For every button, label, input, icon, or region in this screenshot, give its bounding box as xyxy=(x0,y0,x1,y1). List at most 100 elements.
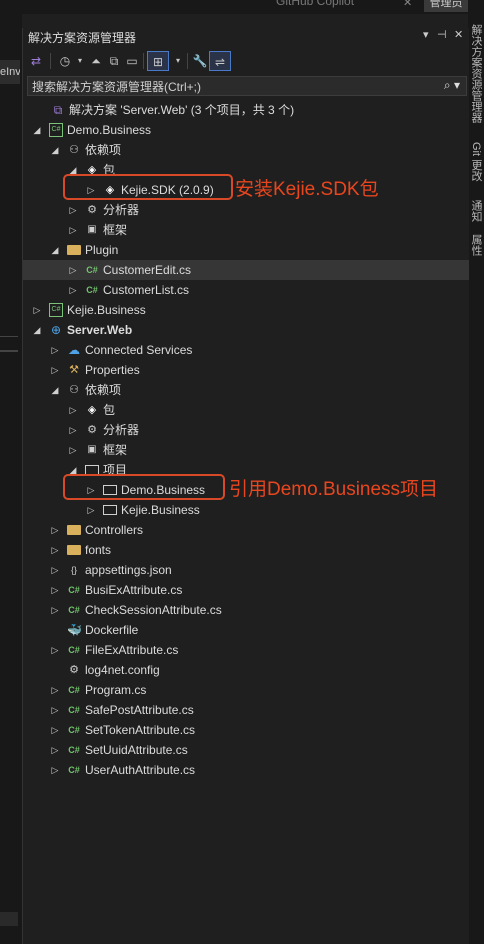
analyzer-icon: ⚙ xyxy=(87,424,97,436)
tree-row[interactable]: ▷ C# CustomerEdit.cs xyxy=(23,260,469,280)
collapsed-arrow-icon[interactable]: ▷ xyxy=(49,640,61,660)
collapsed-arrow-icon[interactable]: ▷ xyxy=(67,420,79,440)
tree-row[interactable]: ▷ C# CustomerList.cs xyxy=(23,280,469,300)
tab-git-changes[interactable]: Git 更改 xyxy=(468,142,484,181)
tree-item-label: 解决方案 'Server.Web' (3 个项目，共 3 个) xyxy=(69,103,295,117)
tree-row[interactable]: ▷ ▣ 框架 xyxy=(23,220,469,240)
tree-row[interactable]: ◢ ⊕ Server.Web xyxy=(23,320,469,340)
docker-icon: 🐳 xyxy=(67,623,82,637)
tree-item-label: Program.cs xyxy=(85,683,147,697)
tree-row[interactable]: ◢ C# Demo.Business xyxy=(23,120,469,140)
csharp-file-icon: C# xyxy=(68,745,80,755)
collapsed-arrow-icon[interactable]: ▷ xyxy=(49,560,61,580)
copy-icon[interactable]: ⧉ xyxy=(105,51,123,71)
tree-item-label: CustomerList.cs xyxy=(103,283,190,297)
tree-item-label: appsettings.json xyxy=(85,563,172,577)
tree-row[interactable]: ▷ ☁ Connected Services xyxy=(23,340,469,360)
annotation-highlight-box xyxy=(63,174,233,200)
expanded-arrow-icon[interactable]: ◢ xyxy=(49,380,61,400)
divider xyxy=(0,336,18,337)
tree-row[interactable]: ▷ C# UserAuthAttribute.cs xyxy=(23,760,469,780)
collapsed-arrow-icon[interactable]: ▷ xyxy=(49,600,61,620)
tree-item-label: CheckSessionAttribute.cs xyxy=(85,603,222,617)
tree-row[interactable]: ◢ Plugin xyxy=(23,240,469,260)
config-file-icon: ⚙ xyxy=(69,664,79,676)
tree-row[interactable]: ▷ C# SafePostAttribute.cs xyxy=(23,700,469,720)
toolbar-separator xyxy=(143,53,144,69)
tree-row[interactable]: ▷ Controllers xyxy=(23,520,469,540)
collapsed-arrow-icon[interactable]: ▷ xyxy=(49,740,61,760)
wrench-icon[interactable]: 🔧 xyxy=(191,51,209,71)
tree-item-label: Kejie.Business xyxy=(121,503,200,517)
package-icon: ◈ xyxy=(87,404,97,416)
tab-properties[interactable]: 属性 xyxy=(468,234,484,256)
collapsed-arrow-icon[interactable]: ▷ xyxy=(49,680,61,700)
tree-row[interactable]: ▷ C# Kejie.Business xyxy=(23,300,469,320)
panel-menu-icon[interactable]: ▾ xyxy=(423,28,429,41)
search-icon[interactable]: ⌕ ▾ xyxy=(444,78,460,93)
collapsed-arrow-icon[interactable]: ▷ xyxy=(67,440,79,460)
pin-icon[interactable]: ⊣ xyxy=(437,28,447,41)
tree-row[interactable]: ◢ ⚇ 依赖项 xyxy=(23,380,469,400)
analyzer-icon: ⚙ xyxy=(87,204,97,216)
collapsed-arrow-icon[interactable]: ▷ xyxy=(49,360,61,380)
sync-with-document-icon[interactable]: ⇌ xyxy=(209,51,231,71)
tab-solution-explorer[interactable]: 解决方案资源管理器 xyxy=(468,24,484,123)
panel-toolbar: ⇄ ◷ ▾ ⏶ ⧉ ▭ ⊞ ▾ 🔧 ⇌ xyxy=(23,48,469,74)
tree-row[interactable]: 🐳 Dockerfile xyxy=(23,620,469,640)
tree-row[interactable]: ▷ C# Program.cs xyxy=(23,680,469,700)
tree-row[interactable]: ▷ ▣ 框架 xyxy=(23,440,469,460)
expanded-arrow-icon[interactable]: ◢ xyxy=(31,320,43,340)
tree-row[interactable]: ▷ C# SetUuidAttribute.cs xyxy=(23,740,469,760)
view-hierarchy-icon[interactable]: ⊞ xyxy=(147,51,169,71)
tree-row[interactable]: ▷ ⚙ 分析器 xyxy=(23,420,469,440)
tree-row[interactable]: ⧉ 解决方案 'Server.Web' (3 个项目，共 3 个) xyxy=(23,100,469,120)
tree-row[interactable]: ▷ ⚙ 分析器 xyxy=(23,200,469,220)
csharp-file-icon: C# xyxy=(68,685,80,695)
collapsed-arrow-icon[interactable]: ▷ xyxy=(49,540,61,560)
tree-row[interactable]: ▷ ◈ 包 xyxy=(23,400,469,420)
collapsed-arrow-icon[interactable]: ▷ xyxy=(49,760,61,780)
close-icon[interactable]: ✕ xyxy=(454,28,463,41)
tree-item-label: Plugin xyxy=(85,243,119,257)
annotation-highlight-box xyxy=(63,474,225,500)
admin-button[interactable]: 管理员 xyxy=(424,0,468,12)
tree-row[interactable]: ▷ C# SetTokenAttribute.cs xyxy=(23,720,469,740)
chevron-down-icon[interactable]: ▾ xyxy=(169,51,187,71)
tree-row[interactable]: ◢ ⚇ 依赖项 xyxy=(23,140,469,160)
tree-row[interactable]: ▷ Kejie.Business xyxy=(23,500,469,520)
editor-tab[interactable]: eInv xyxy=(0,60,20,84)
tree-row[interactable]: ▷ C# BusiExAttribute.cs xyxy=(23,580,469,600)
scrollbar[interactable] xyxy=(0,912,18,926)
tree-row[interactable]: ▷ C# FileExAttribute.cs xyxy=(23,640,469,660)
tree-item-label: 依赖项 xyxy=(85,143,122,157)
collapsed-arrow-icon[interactable]: ▷ xyxy=(31,300,43,320)
tree-row[interactable]: ▷ C# CheckSessionAttribute.cs xyxy=(23,600,469,620)
collapsed-arrow-icon[interactable]: ▷ xyxy=(49,700,61,720)
search-input[interactable] xyxy=(30,78,434,96)
collapsed-arrow-icon[interactable]: ▷ xyxy=(49,340,61,360)
collapsed-arrow-icon[interactable]: ▷ xyxy=(49,720,61,740)
collapsed-arrow-icon[interactable]: ▷ xyxy=(49,520,61,540)
collapsed-arrow-icon[interactable]: ▷ xyxy=(67,260,79,280)
collapsed-arrow-icon[interactable]: ▷ xyxy=(85,500,97,520)
github-copilot-label[interactable]: GitHub Copilot xyxy=(276,0,354,8)
top-close-icon[interactable]: ✕ xyxy=(403,0,412,9)
show-all-files-icon[interactable]: ▭ xyxy=(123,51,141,71)
expanded-arrow-icon[interactable]: ◢ xyxy=(49,140,61,160)
switch-views-icon[interactable]: ⇄ xyxy=(27,51,45,71)
collapsed-arrow-icon[interactable]: ▷ xyxy=(67,280,79,300)
tree-row[interactable]: ▷ fonts xyxy=(23,540,469,560)
collapsed-arrow-icon[interactable]: ▷ xyxy=(67,400,79,420)
search-box[interactable]: ⌕ ▾ xyxy=(27,76,467,96)
tree-row[interactable]: ▷ ⚒ Properties xyxy=(23,360,469,380)
collapsed-arrow-icon[interactable]: ▷ xyxy=(67,200,79,220)
tree-row[interactable]: ▷ {} appsettings.json xyxy=(23,560,469,580)
expanded-arrow-icon[interactable]: ◢ xyxy=(49,240,61,260)
tab-notifications[interactable]: 通知 xyxy=(468,200,484,222)
tree-row[interactable]: ⚙ log4net.config xyxy=(23,660,469,680)
expanded-arrow-icon[interactable]: ◢ xyxy=(31,120,43,140)
collapse-all-icon[interactable]: ⏶ xyxy=(87,51,105,71)
collapsed-arrow-icon[interactable]: ▷ xyxy=(67,220,79,240)
collapsed-arrow-icon[interactable]: ▷ xyxy=(49,580,61,600)
